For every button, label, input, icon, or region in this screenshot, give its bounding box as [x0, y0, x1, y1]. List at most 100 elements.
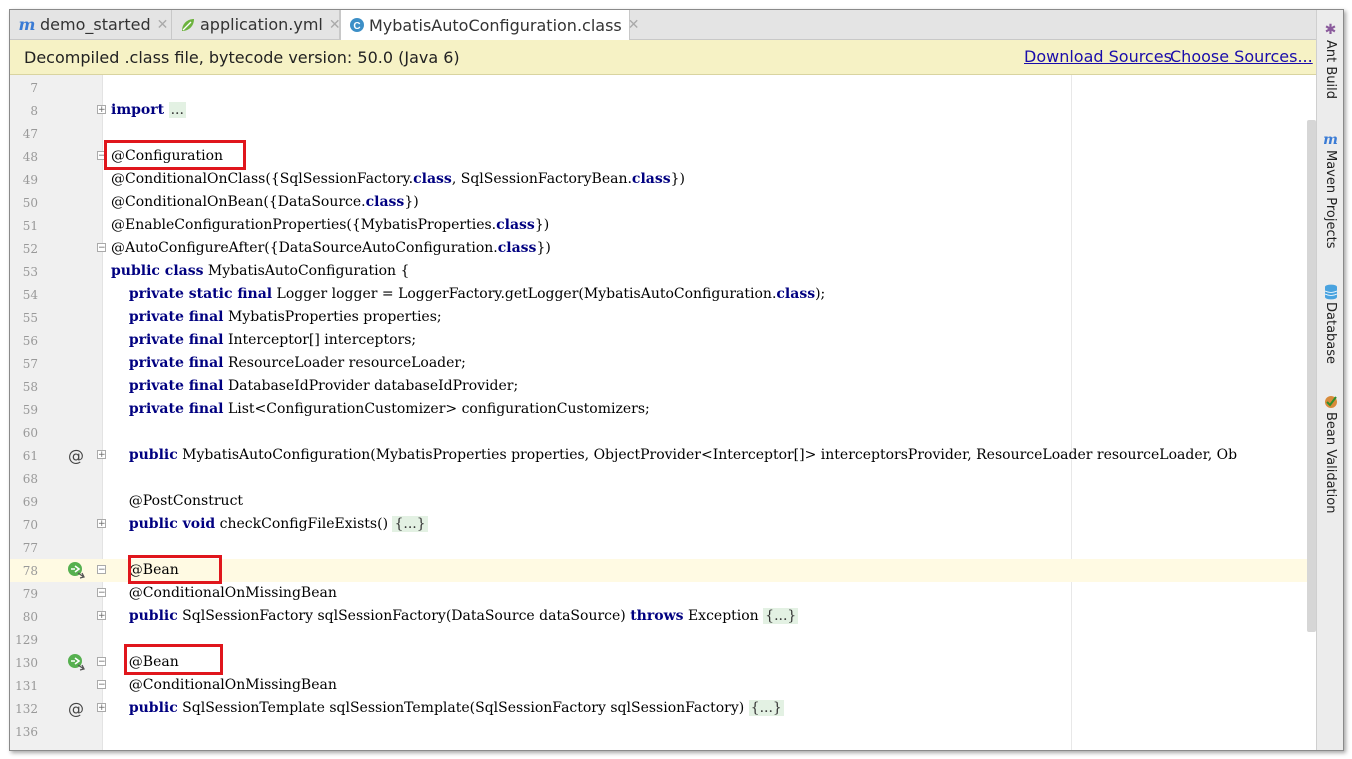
close-icon[interactable]: ✕: [628, 17, 640, 33]
line-number: 129: [15, 633, 38, 647]
code-token: @ConditionalOnClass({SqlSessionFactory.: [111, 171, 414, 187]
expand-fold-icon[interactable]: +: [97, 611, 106, 621]
keyword-token: public class: [111, 263, 204, 279]
code-token: Exception: [683, 608, 764, 624]
right-tool-window-strip: ✱ Ant Build m Maven Projects Database Be…: [1316, 10, 1343, 750]
ant-build-tool-button[interactable]: ✱ Ant Build: [1317, 22, 1343, 99]
keyword-token: public: [128, 608, 178, 624]
tab-application-yml[interactable]: application.yml ✕: [172, 10, 341, 39]
line-number: 61: [22, 449, 38, 463]
code-text: @PostConstruct: [111, 493, 243, 509]
code-text: public void checkConfigFileExists() {...…: [111, 516, 428, 532]
line-number: 55: [22, 311, 38, 325]
code-token: @ConditionalOnMissingBean: [111, 677, 337, 693]
code-token: SqlSessionFactory sqlSessionFactory(Data…: [177, 608, 631, 624]
code-line[interactable]: 56 private final Interceptor[] intercept…: [10, 329, 1316, 352]
keyword-token: public: [128, 700, 178, 716]
keyword-token: private final: [128, 355, 224, 371]
line-number: 49: [22, 173, 38, 187]
decompiled-notice-banner: Decompiled .class file, bytecode version…: [10, 40, 1316, 75]
code-line[interactable]: 70 + public void checkConfigFileExists() …: [10, 513, 1316, 536]
folded-code-placeholder[interactable]: {...}: [748, 700, 784, 716]
close-icon[interactable]: ✕: [157, 17, 169, 33]
code-line[interactable]: 79 − @ConditionalOnMissingBean: [10, 582, 1316, 605]
editor-tab-bar: m demo_started ✕ application.yml ✕ C Myb…: [10, 10, 1316, 40]
close-icon[interactable]: ✕: [329, 17, 341, 33]
spring-bean-gutter-icon[interactable]: [66, 653, 86, 671]
code-line[interactable]: 69 @PostConstruct: [10, 490, 1316, 513]
code-line[interactable]: 7: [10, 76, 1316, 99]
ant-icon: ✱: [1324, 22, 1337, 38]
line-number: 130: [15, 656, 38, 670]
implements-marker-icon[interactable]: @: [66, 699, 86, 718]
code-line[interactable]: 57 private final ResourceLoader resource…: [10, 352, 1316, 375]
code-line[interactable]: 80 + public SqlSessionFactory sqlSessionF…: [10, 605, 1316, 628]
download-sources-link[interactable]: Download Sources: [1024, 47, 1172, 66]
line-number: 80: [22, 610, 38, 624]
code-line[interactable]: 52 − @AutoConfigureAfter({DataSourceAutoCo…: [10, 237, 1316, 260]
expand-fold-icon[interactable]: +: [97, 105, 106, 115]
code-line[interactable]: 59 private final List<ConfigurationCusto…: [10, 398, 1316, 421]
code-line[interactable]: 51 @EnableConfigurationProperties({Mybati…: [10, 214, 1316, 237]
code-token: MybatisAutoConfiguration(MybatisProperti…: [177, 447, 1238, 463]
code-line[interactable]: 60: [10, 421, 1316, 444]
line-number: 58: [22, 380, 38, 394]
maven-module-icon: m: [18, 15, 36, 34]
line-number: 78: [22, 564, 38, 578]
code-line[interactable]: 58 private final DatabaseIdProvider data…: [10, 375, 1316, 398]
code-token: }): [536, 240, 551, 256]
code-token: }): [534, 217, 550, 233]
code-token: );: [815, 286, 826, 302]
tab-label: MybatisAutoConfiguration.class: [369, 15, 622, 35]
code-line[interactable]: 55 private final MybatisProperties prope…: [10, 306, 1316, 329]
code-token: , SqlSessionFactoryBean.: [451, 171, 632, 187]
code-line[interactable]: 53 public class MybatisAutoConfiguration …: [10, 260, 1316, 283]
implements-marker-icon[interactable]: @: [66, 446, 86, 465]
code-line[interactable]: 136: [10, 720, 1316, 743]
choose-sources-link[interactable]: Choose Sources...: [1170, 47, 1313, 66]
collapse-fold-icon[interactable]: −: [97, 243, 106, 253]
keyword-token: class: [631, 171, 671, 187]
collapse-fold-icon[interactable]: −: [97, 657, 106, 667]
code-line[interactable]: 8 + import ...: [10, 99, 1316, 122]
code-text: private final ResourceLoader resourceLoa…: [111, 355, 466, 371]
code-line[interactable]: 68: [10, 467, 1316, 490]
code-token: List<ConfigurationCustomizer> configurat…: [223, 401, 650, 417]
code-line[interactable]: 50 @ConditionalOnBean({DataSource.class}): [10, 191, 1316, 214]
expand-fold-icon[interactable]: +: [97, 450, 106, 460]
code-text: public class MybatisAutoConfiguration {: [111, 263, 409, 279]
line-number: 54: [22, 288, 38, 302]
maven-projects-tool-button[interactable]: m Maven Projects: [1317, 132, 1343, 249]
folded-code-placeholder[interactable]: ...: [168, 102, 186, 118]
collapse-fold-icon[interactable]: −: [97, 588, 106, 598]
code-line[interactable]: 132 @ + public SqlSessionTemplate sqlSessi…: [10, 697, 1316, 720]
keyword-token: class: [776, 286, 816, 302]
spring-bean-gutter-icon[interactable]: [66, 561, 86, 579]
expand-fold-icon[interactable]: +: [97, 519, 106, 529]
folded-code-placeholder[interactable]: {...}: [763, 608, 799, 624]
code-line[interactable]: 61 @ + public MybatisAutoConfiguration(Myb…: [10, 444, 1316, 467]
bean-validation-tool-button[interactable]: Bean Validation: [1317, 394, 1343, 513]
database-tool-button[interactable]: Database: [1317, 284, 1343, 365]
code-text: public MybatisAutoConfiguration(MybatisP…: [111, 447, 1237, 463]
expand-fold-icon[interactable]: +: [97, 703, 106, 713]
collapse-fold-icon[interactable]: −: [97, 680, 106, 690]
folded-code-placeholder[interactable]: {...}: [392, 516, 428, 532]
code-line[interactable]: 131 − @ConditionalOnMissingBean: [10, 674, 1316, 697]
keyword-token: private final: [128, 378, 224, 394]
tab-label: application.yml: [200, 15, 323, 34]
tab-mybatis-auto-configuration[interactable]: C MybatisAutoConfiguration.class ✕: [340, 10, 639, 40]
code-line[interactable]: 54 private static final Logger logger = …: [10, 283, 1316, 306]
code-token: DatabaseIdProvider databaseIdProvider;: [223, 378, 519, 394]
line-number: 7: [30, 81, 38, 95]
code-line[interactable]: 49 @ConditionalOnClass({SqlSessionFactory…: [10, 168, 1316, 191]
keyword-token: private static final: [128, 286, 273, 302]
line-number: 132: [15, 702, 38, 716]
collapse-fold-icon[interactable]: −: [97, 565, 106, 575]
tab-demo-started[interactable]: m demo_started ✕: [10, 10, 172, 39]
vertical-scrollbar[interactable]: [1307, 120, 1316, 632]
line-number: 51: [22, 219, 38, 233]
tool-label: Database: [1323, 302, 1338, 365]
